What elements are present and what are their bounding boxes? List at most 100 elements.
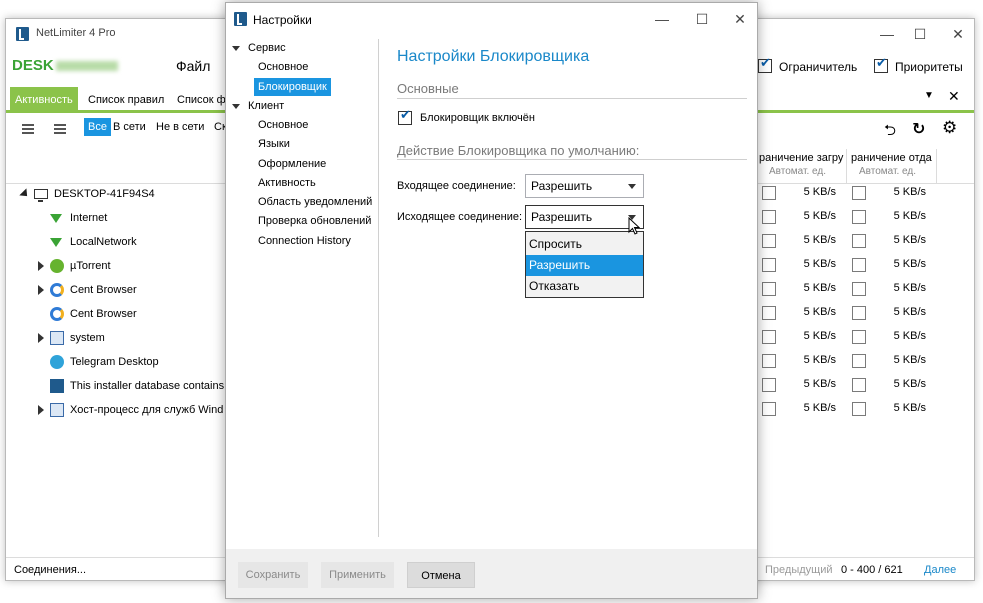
nav-languages[interactable]: Языки <box>258 135 290 153</box>
limit-upload-checkbox[interactable] <box>852 258 866 272</box>
limit-upload-value[interactable]: 5 KB/s <box>876 306 926 318</box>
nav-service[interactable]: Сервис <box>232 39 286 57</box>
tree-row[interactable]: system <box>38 326 105 350</box>
limit-upload-checkbox[interactable] <box>852 282 866 296</box>
minimize-icon[interactable]: — <box>877 24 897 44</box>
netlimiter-logo-icon <box>16 27 29 41</box>
settings-gear-icon[interactable]: ⚙ <box>942 118 957 138</box>
close-icon[interactable]: ✕ <box>730 9 750 29</box>
limit-download-checkbox[interactable] <box>762 234 776 248</box>
limit-upload-value[interactable]: 5 KB/s <box>876 330 926 342</box>
limit-download-value[interactable]: 5 KB/s <box>786 402 836 414</box>
limit-upload-checkbox[interactable] <box>852 378 866 392</box>
check-icon: ✔ <box>400 107 411 122</box>
next-page-button[interactable]: Далее <box>924 564 956 576</box>
limit-upload-value[interactable]: 5 KB/s <box>876 354 926 366</box>
nav-notifications[interactable]: Область уведомлений <box>258 193 372 211</box>
limit-download-value[interactable]: 5 KB/s <box>786 210 836 222</box>
tab-rule-list[interactable]: Список правил <box>83 87 169 113</box>
refresh-icon[interactable]: ↻ <box>912 119 925 139</box>
tab-dropdown-icon[interactable]: ▼ <box>924 90 934 101</box>
limit-download-checkbox[interactable] <box>762 210 776 224</box>
cancel-button[interactable]: Отмена <box>407 562 475 588</box>
limit-upload-value[interactable]: 5 KB/s <box>876 378 926 390</box>
limit-download-checkbox[interactable] <box>762 186 776 200</box>
tree-row[interactable]: Cent Browser <box>50 302 137 326</box>
limit-download-checkbox[interactable] <box>762 258 776 272</box>
limit-download-value[interactable]: 5 KB/s <box>786 330 836 342</box>
tree-row[interactable]: LocalNetwork <box>50 230 137 254</box>
option-deny[interactable]: Отказать <box>526 276 643 297</box>
incoming-select[interactable]: Разрешить <box>525 174 644 198</box>
limit-download-checkbox[interactable] <box>762 378 776 392</box>
cent-browser-icon <box>50 283 64 298</box>
tree-row[interactable]: This installer database contains <box>50 374 224 398</box>
column-limit-download[interactable]: раничение загру <box>759 152 843 164</box>
nav-connection-history[interactable]: Connection History <box>258 232 351 250</box>
nav-client-basic[interactable]: Основное <box>258 116 308 134</box>
view-grid-icon[interactable] <box>54 122 66 134</box>
limit-download-value[interactable]: 5 KB/s <box>786 234 836 246</box>
computer-icon <box>34 189 48 203</box>
nav-activity[interactable]: Активность <box>258 174 316 192</box>
nav-appearance[interactable]: Оформление <box>258 155 326 173</box>
limit-download-value[interactable]: 5 KB/s <box>786 186 836 198</box>
limit-upload-value[interactable]: 5 KB/s <box>876 282 926 294</box>
limit-download-checkbox[interactable] <box>762 330 776 344</box>
page-heading: Настройки Блокировщика <box>397 48 590 65</box>
nav-updates[interactable]: Проверка обновлений <box>258 212 371 230</box>
save-button[interactable]: Сохранить <box>238 562 308 588</box>
menu-file[interactable]: Файл <box>176 58 210 74</box>
limit-upload-checkbox[interactable] <box>852 402 866 416</box>
outgoing-select[interactable]: Разрешить <box>525 205 644 229</box>
limit-upload-checkbox[interactable] <box>852 210 866 224</box>
limit-download-value[interactable]: 5 KB/s <box>786 306 836 318</box>
limit-upload-value[interactable]: 5 KB/s <box>876 186 926 198</box>
filter-offline[interactable]: Не в сети <box>152 118 208 136</box>
limit-upload-value[interactable]: 5 KB/s <box>876 258 926 270</box>
option-allow[interactable]: Разрешить <box>526 255 643 276</box>
nav-blocker[interactable]: Блокировщик <box>254 78 331 96</box>
filter-icon <box>50 237 62 247</box>
maximize-icon[interactable]: ☐ <box>910 24 930 44</box>
limit-download-checkbox[interactable] <box>762 282 776 296</box>
maximize-icon[interactable]: ☐ <box>692 9 712 29</box>
limit-upload-checkbox[interactable] <box>852 186 866 200</box>
limit-upload-checkbox[interactable] <box>852 330 866 344</box>
limit-download-checkbox[interactable] <box>762 354 776 368</box>
limit-download-value[interactable]: 5 KB/s <box>786 378 836 390</box>
limit-upload-checkbox[interactable] <box>852 234 866 248</box>
tree-row[interactable]: Internet <box>50 206 107 230</box>
limit-download-checkbox[interactable] <box>762 306 776 320</box>
filter-online[interactable]: В сети <box>109 118 150 136</box>
tab-filter-list[interactable]: Список ф <box>172 87 231 113</box>
limit-download-value[interactable]: 5 KB/s <box>786 282 836 294</box>
expand-icon <box>232 103 240 109</box>
nav-client[interactable]: Клиент <box>232 97 284 115</box>
tree-row[interactable]: DESKTOP-41F94S4 <box>19 182 155 206</box>
limit-download-value[interactable]: 5 KB/s <box>786 258 836 270</box>
limit-upload-checkbox[interactable] <box>852 354 866 368</box>
tree-row[interactable]: Cent Browser <box>38 278 137 302</box>
tree-row[interactable]: µTorrent <box>38 254 111 278</box>
view-list-icon[interactable] <box>22 122 34 134</box>
prev-page-button[interactable]: Предыдущий <box>765 564 832 576</box>
tree-row[interactable]: Хост-процесс для служб Wind <box>38 398 223 422</box>
apply-button[interactable]: Применить <box>321 562 394 588</box>
tab-activity[interactable]: Активность <box>10 87 78 113</box>
limit-download-checkbox[interactable] <box>762 402 776 416</box>
limit-upload-value[interactable]: 5 KB/s <box>876 402 926 414</box>
close-panel-icon[interactable]: ✕ <box>948 88 960 105</box>
tree-row[interactable]: Telegram Desktop <box>50 350 159 374</box>
filter-all[interactable]: Все <box>84 118 111 136</box>
limit-upload-value[interactable]: 5 KB/s <box>876 234 926 246</box>
nav-service-basic[interactable]: Основное <box>258 58 308 76</box>
minimize-icon[interactable]: — <box>652 9 672 29</box>
option-ask[interactable]: Спросить <box>526 234 643 255</box>
back-icon[interactable]: ⮌ <box>884 120 896 145</box>
limit-upload-value[interactable]: 5 KB/s <box>876 210 926 222</box>
close-icon[interactable]: ✕ <box>948 24 968 44</box>
limit-upload-checkbox[interactable] <box>852 306 866 320</box>
column-limit-upload[interactable]: раничение отда <box>851 152 932 164</box>
limit-download-value[interactable]: 5 KB/s <box>786 354 836 366</box>
